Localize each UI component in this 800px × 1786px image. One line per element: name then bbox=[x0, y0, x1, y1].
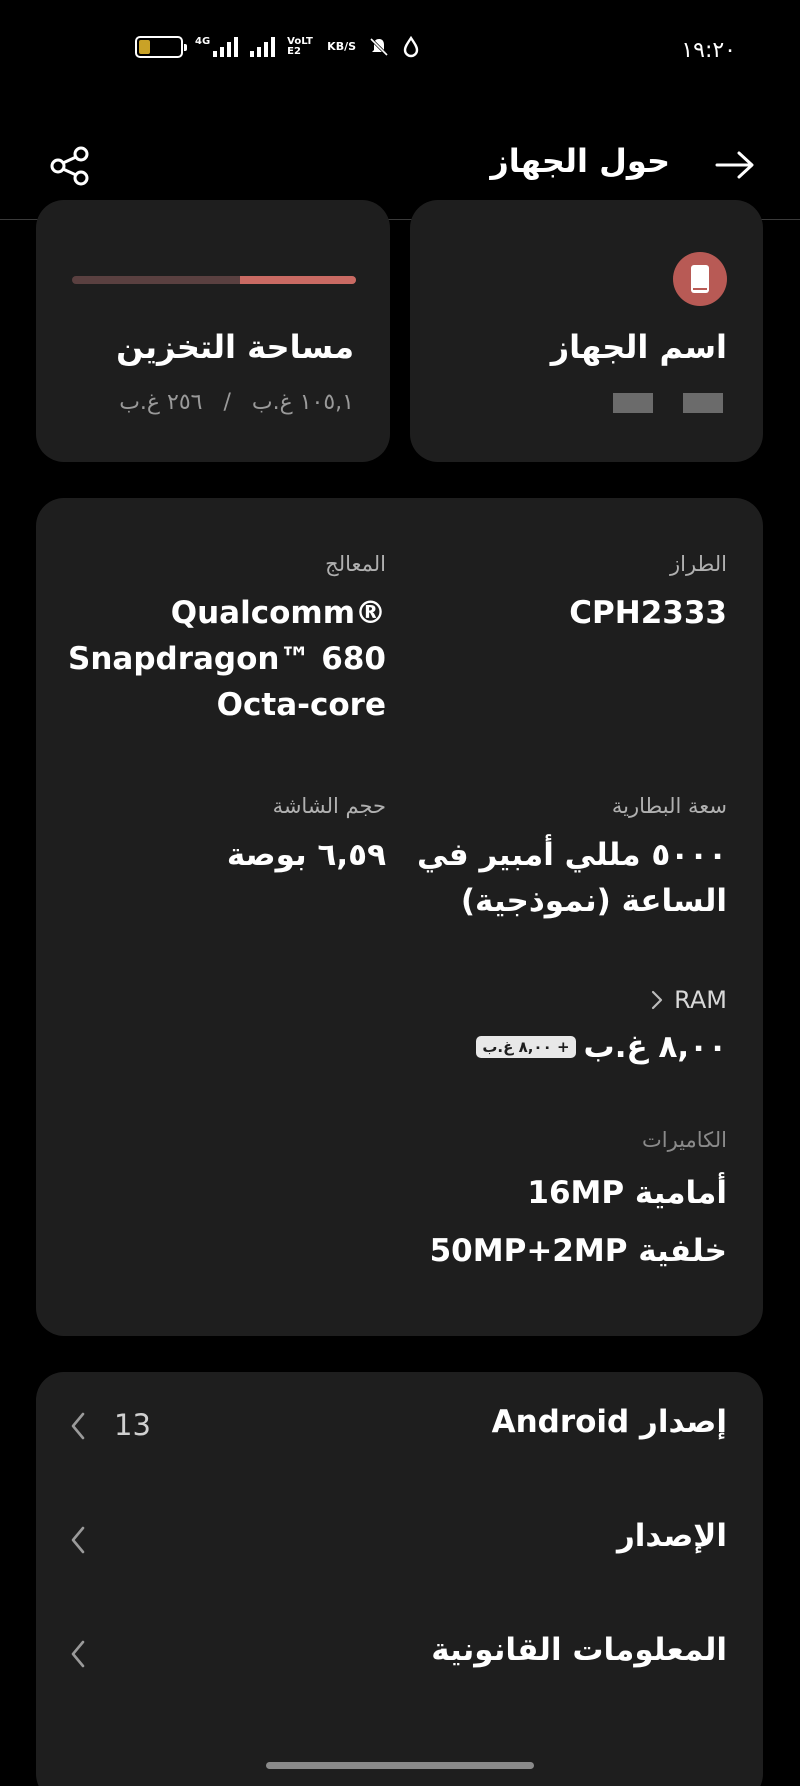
chevron-left-icon bbox=[66, 1408, 90, 1444]
device-name-title: اسم الجهاز bbox=[550, 328, 727, 366]
spec-model: الطراز CPH2333 bbox=[569, 552, 727, 636]
storage-used-fill bbox=[239, 276, 356, 284]
spec-camera-rear: خلفية 50MP+2MP bbox=[429, 1233, 727, 1269]
status-time: ١٩:٢٠ bbox=[681, 38, 736, 63]
volte-icon: VoLTE2 bbox=[287, 36, 313, 57]
list-item-legal-info[interactable]: المعلومات القانونية bbox=[36, 1600, 763, 1710]
spec-battery-line-2: الساعة (نموذجية) bbox=[460, 883, 727, 919]
ram-value-row: ٨,٠٠ غ.ب + ٨,٠٠ غ.ب bbox=[476, 1024, 727, 1070]
spec-cameras-label: الكاميرات bbox=[641, 1128, 727, 1152]
spec-ram[interactable]: RAM ٨,٠٠ غ.ب + ٨,٠٠ غ.ب bbox=[476, 986, 727, 1070]
back-button[interactable] bbox=[710, 140, 760, 190]
arrow-right-icon bbox=[715, 151, 754, 179]
list-item-value: 13 bbox=[114, 1408, 151, 1442]
list-item-label: إصدار Android bbox=[491, 1404, 727, 1440]
spec-processor-label: المعالج bbox=[325, 552, 386, 576]
spec-screen-value: ٦,٥٩ بوصة bbox=[226, 837, 386, 873]
list-item-label: الإصدار bbox=[616, 1518, 727, 1554]
status-icons: ٢٨ 4G VoLTE2 KB/S bbox=[135, 36, 420, 58]
spec-screen-label: حجم الشاشة bbox=[272, 794, 386, 818]
storage-title: مساحة التخزين bbox=[116, 328, 354, 366]
spec-ram-value: ٨,٠٠ غ.ب bbox=[583, 1029, 727, 1065]
storage-used: ١٠٥,١ غ.ب bbox=[251, 390, 354, 415]
storage-summary: ١٠٥,١ غ.ب / ٢٥٦ غ.ب bbox=[119, 390, 354, 415]
battery-level: ٢٨ bbox=[151, 40, 167, 54]
chevron-right-icon bbox=[652, 990, 663, 1010]
list-item-label: المعلومات القانونية bbox=[431, 1632, 727, 1668]
home-indicator[interactable] bbox=[266, 1762, 534, 1769]
network-type: 4G bbox=[195, 36, 211, 47]
ram-label-row: RAM bbox=[476, 986, 727, 1014]
share-button[interactable] bbox=[44, 140, 96, 192]
chevron-left-icon bbox=[66, 1522, 90, 1558]
spec-model-value: CPH2333 bbox=[569, 595, 727, 631]
spec-processor-line-1: Qualcomm® bbox=[170, 595, 386, 631]
share-icon bbox=[50, 146, 89, 186]
info-list-card: إصدار Android 13 الإصدار المعلومات القان… bbox=[36, 1372, 763, 1786]
status-bar: ٢٨ 4G VoLTE2 KB/S ١٩:٢٠ bbox=[0, 0, 800, 100]
network-speed: KB/S bbox=[327, 40, 357, 53]
data-saver-icon bbox=[403, 36, 419, 58]
storage-total: ٢٥٦ غ.ب bbox=[119, 390, 203, 415]
redacted-device-name bbox=[683, 393, 723, 413]
spec-processor-line-3: Octa-core bbox=[216, 687, 386, 723]
spec-battery: سعة البطارية ٥٠٠٠ مللي أمبير في الساعة (… bbox=[417, 794, 727, 924]
mute-icon bbox=[369, 37, 389, 57]
spec-processor: المعالج Qualcomm® Snapdragon™ 680 Octa-c… bbox=[68, 552, 386, 728]
redacted-device-name-2 bbox=[613, 393, 653, 413]
storage-usage-bar bbox=[72, 276, 356, 284]
spec-cameras: الكاميرات أمامية 16MP خلفية 50MP+2MP bbox=[430, 1128, 727, 1280]
spec-screen: حجم الشاشة ٦,٥٩ بوصة bbox=[227, 794, 386, 878]
signal-sim2-icon bbox=[250, 37, 276, 57]
spec-battery-line-1: ٥٠٠٠ مللي أمبير في bbox=[416, 837, 727, 873]
spec-camera-front: أمامية 16MP bbox=[527, 1175, 727, 1211]
list-item-version[interactable]: الإصدار bbox=[36, 1486, 763, 1596]
chevron-left-icon bbox=[66, 1636, 90, 1672]
spec-ram-label: RAM bbox=[674, 986, 727, 1014]
page-title: حول الجهاز bbox=[490, 142, 670, 180]
spec-battery-label: سعة البطارية bbox=[611, 794, 727, 818]
list-item-android-version[interactable]: إصدار Android 13 bbox=[36, 1372, 763, 1482]
ram-extension-badge: + ٨,٠٠ غ.ب bbox=[476, 1036, 576, 1058]
device-name-card[interactable]: اسم الجهاز bbox=[410, 200, 763, 462]
spec-model-label: الطراز bbox=[669, 552, 727, 576]
battery-icon: ٢٨ bbox=[135, 36, 187, 58]
spec-processor-line-2: Snapdragon™ 680 bbox=[68, 641, 386, 677]
device-icon bbox=[673, 252, 727, 306]
storage-card[interactable]: مساحة التخزين ١٠٥,١ غ.ب / ٢٥٦ غ.ب bbox=[36, 200, 390, 462]
signal-sim1-icon: 4G bbox=[195, 36, 239, 57]
specs-card: الطراز CPH2333 المعالج Qualcomm® Snapdra… bbox=[36, 498, 763, 1336]
battery-fill bbox=[139, 40, 151, 54]
storage-separator: / bbox=[223, 390, 231, 415]
